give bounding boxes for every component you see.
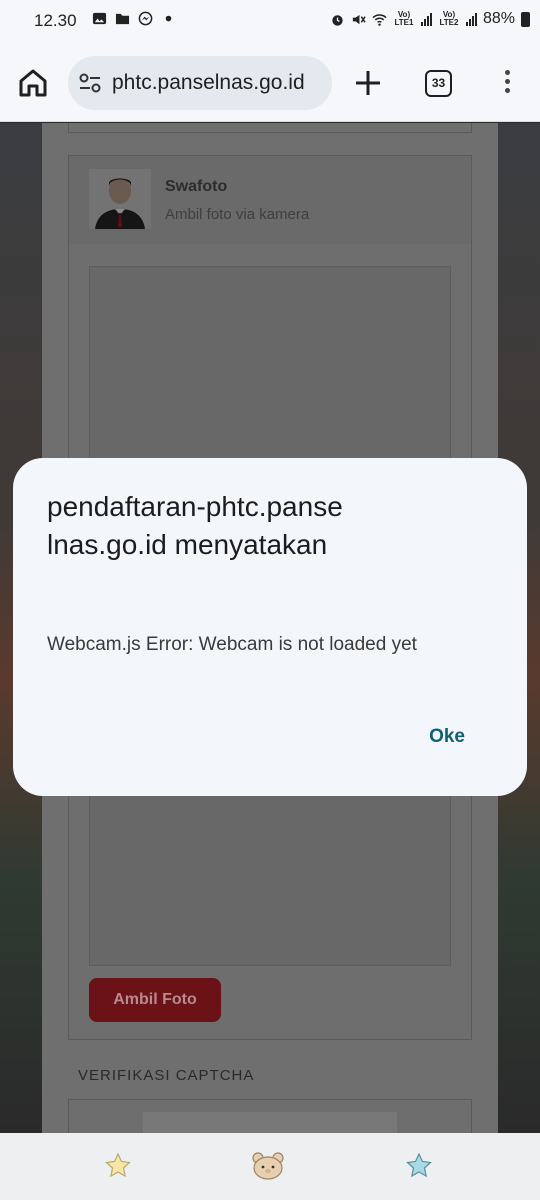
address-bar[interactable]: phtc.panselnas.go.id (68, 56, 332, 110)
card-subtitle: Ambil foto via kamera (165, 206, 310, 223)
alert-dialog: pendaftaran-phtc.panselnas.go.id menyata… (13, 458, 527, 796)
signal2-icon (465, 12, 477, 26)
folder-icon (115, 13, 130, 25)
dialog-title: pendaftaran-phtc.panselnas.go.id menyata… (47, 491, 343, 560)
messenger-icon (138, 11, 153, 26)
captcha-image (143, 1112, 397, 1133)
lte2-label: Vo) LTE2 (439, 10, 459, 27)
selfie-card-header: Swafoto Ambil foto via kamera (69, 156, 471, 244)
menu-icon[interactable] (500, 70, 514, 98)
status-time: 12.30 (34, 11, 77, 30)
lte1-label: Vo) LTE1 (394, 10, 414, 27)
captcha-heading: VERIFIKASI CAPTCHA (78, 1067, 255, 1084)
site-settings-icon[interactable] (78, 73, 102, 93)
gallery-icon (92, 12, 107, 25)
battery-percent: 88% (482, 10, 515, 27)
alarm-icon (332, 14, 343, 26)
bear-icon[interactable] (251, 1151, 285, 1181)
mute-icon (352, 14, 366, 24)
new-tab-icon[interactable] (353, 68, 383, 98)
ok-button[interactable]: Oke (429, 726, 465, 748)
person-icon (95, 178, 145, 229)
battery-icon (521, 11, 530, 27)
status-bar: 12.30 Vo) LTE1 Vo) LTE2 88% (0, 0, 540, 44)
card-title: Swafoto (165, 178, 228, 195)
star-icon[interactable] (103, 1151, 133, 1181)
bottom-nav-bar (0, 1133, 540, 1200)
previous-card (68, 123, 472, 133)
captcha-card (68, 1099, 472, 1133)
dialog-message: Webcam.js Error: Webcam is not loaded ye… (47, 634, 417, 655)
wifi-icon (372, 13, 387, 26)
signal1-icon (420, 12, 432, 26)
dot-icon (165, 15, 172, 22)
avatar (89, 169, 151, 229)
home-icon[interactable] (16, 66, 50, 100)
star-outline-icon[interactable] (404, 1151, 434, 1181)
capture-photo-button[interactable]: Ambil Foto (89, 978, 221, 1022)
tab-switcher-button[interactable]: 33 (425, 70, 452, 97)
browser-toolbar: phtc.panselnas.go.id 33 (0, 44, 540, 122)
url-text[interactable]: phtc.panselnas.go.id (112, 71, 305, 95)
